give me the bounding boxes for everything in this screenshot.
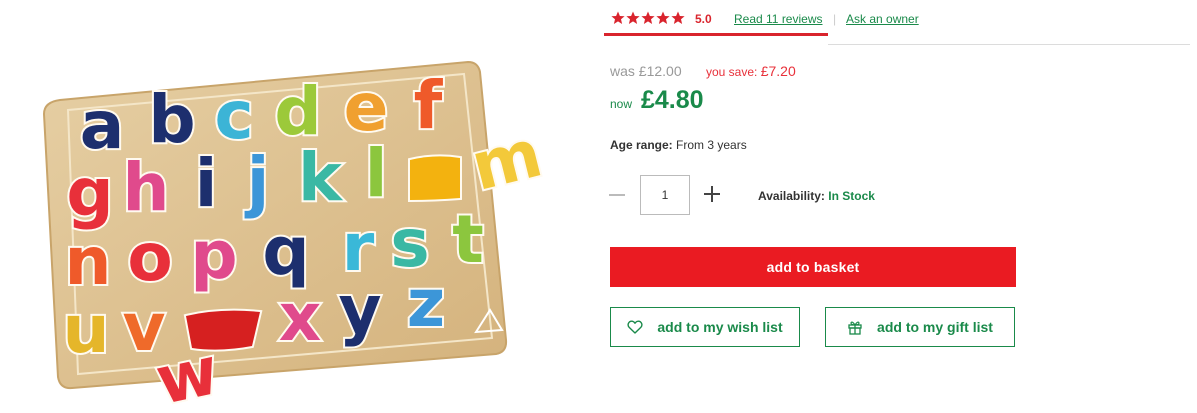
svg-text:t: t [452, 201, 484, 278]
star-icon [626, 11, 640, 24]
age-range: Age range: From 3 years [610, 138, 747, 152]
gift-list-label: add to my gift list [877, 319, 993, 335]
now-price: £4.80 [641, 86, 704, 114]
read-reviews-link[interactable]: Read 11 reviews [734, 12, 823, 26]
star-icon [656, 11, 670, 24]
divider [828, 44, 1190, 45]
svg-text:g: g [66, 154, 113, 231]
wish-list-label: add to my wish list [657, 319, 783, 335]
svg-text:l: l [365, 135, 388, 212]
product-image: a b c d e f m g h i j k l n o p q r s t … [42, 60, 551, 405]
you-save: you save: £7.20 [706, 63, 796, 79]
svg-text:y: y [338, 271, 381, 348]
star-rating [611, 11, 685, 25]
svg-text:x: x [279, 279, 322, 356]
you-save-label: you save: [706, 65, 758, 79]
now-label: now [610, 97, 633, 111]
svg-text:u: u [63, 291, 110, 368]
link-separator: | [833, 12, 837, 26]
add-to-gift-list-button[interactable]: add to my gift list [825, 307, 1015, 347]
heart-icon [627, 320, 643, 334]
rating-bar: 5.0 Read 11 reviews | [604, 0, 836, 36]
star-icon [611, 11, 625, 24]
add-to-basket-button[interactable]: add to basket [610, 247, 1016, 287]
svg-text:b: b [148, 81, 195, 158]
svg-text:j: j [244, 143, 270, 220]
svg-text:o: o [127, 219, 172, 296]
availability-label: Availability: [758, 189, 825, 203]
gift-icon [848, 321, 862, 335]
quantity-decrease-button[interactable] [608, 184, 626, 206]
svg-text:p: p [190, 217, 237, 294]
quantity-increase-button[interactable] [703, 184, 721, 204]
star-icon [671, 11, 685, 24]
svg-text:a: a [80, 87, 125, 164]
you-save-amount: £7.20 [760, 63, 796, 79]
star-icon [641, 11, 655, 24]
was-price: was £12.00 [610, 63, 682, 79]
availability: Availability: In Stock [758, 189, 875, 203]
add-to-wish-list-button[interactable]: add to my wish list [610, 307, 800, 347]
ask-an-owner-link[interactable]: Ask an owner [846, 12, 919, 26]
svg-text:z: z [407, 265, 445, 342]
age-range-value: From 3 years [676, 138, 747, 152]
svg-text:h: h [123, 149, 170, 226]
svg-text:f: f [414, 67, 444, 144]
svg-text:i: i [195, 145, 218, 222]
svg-text:k: k [298, 139, 344, 216]
rating-score: 5.0 [695, 12, 712, 26]
availability-status: In Stock [828, 189, 875, 203]
quantity-input[interactable] [640, 175, 690, 215]
svg-text:n: n [65, 223, 112, 300]
age-range-label: Age range: [610, 138, 673, 152]
